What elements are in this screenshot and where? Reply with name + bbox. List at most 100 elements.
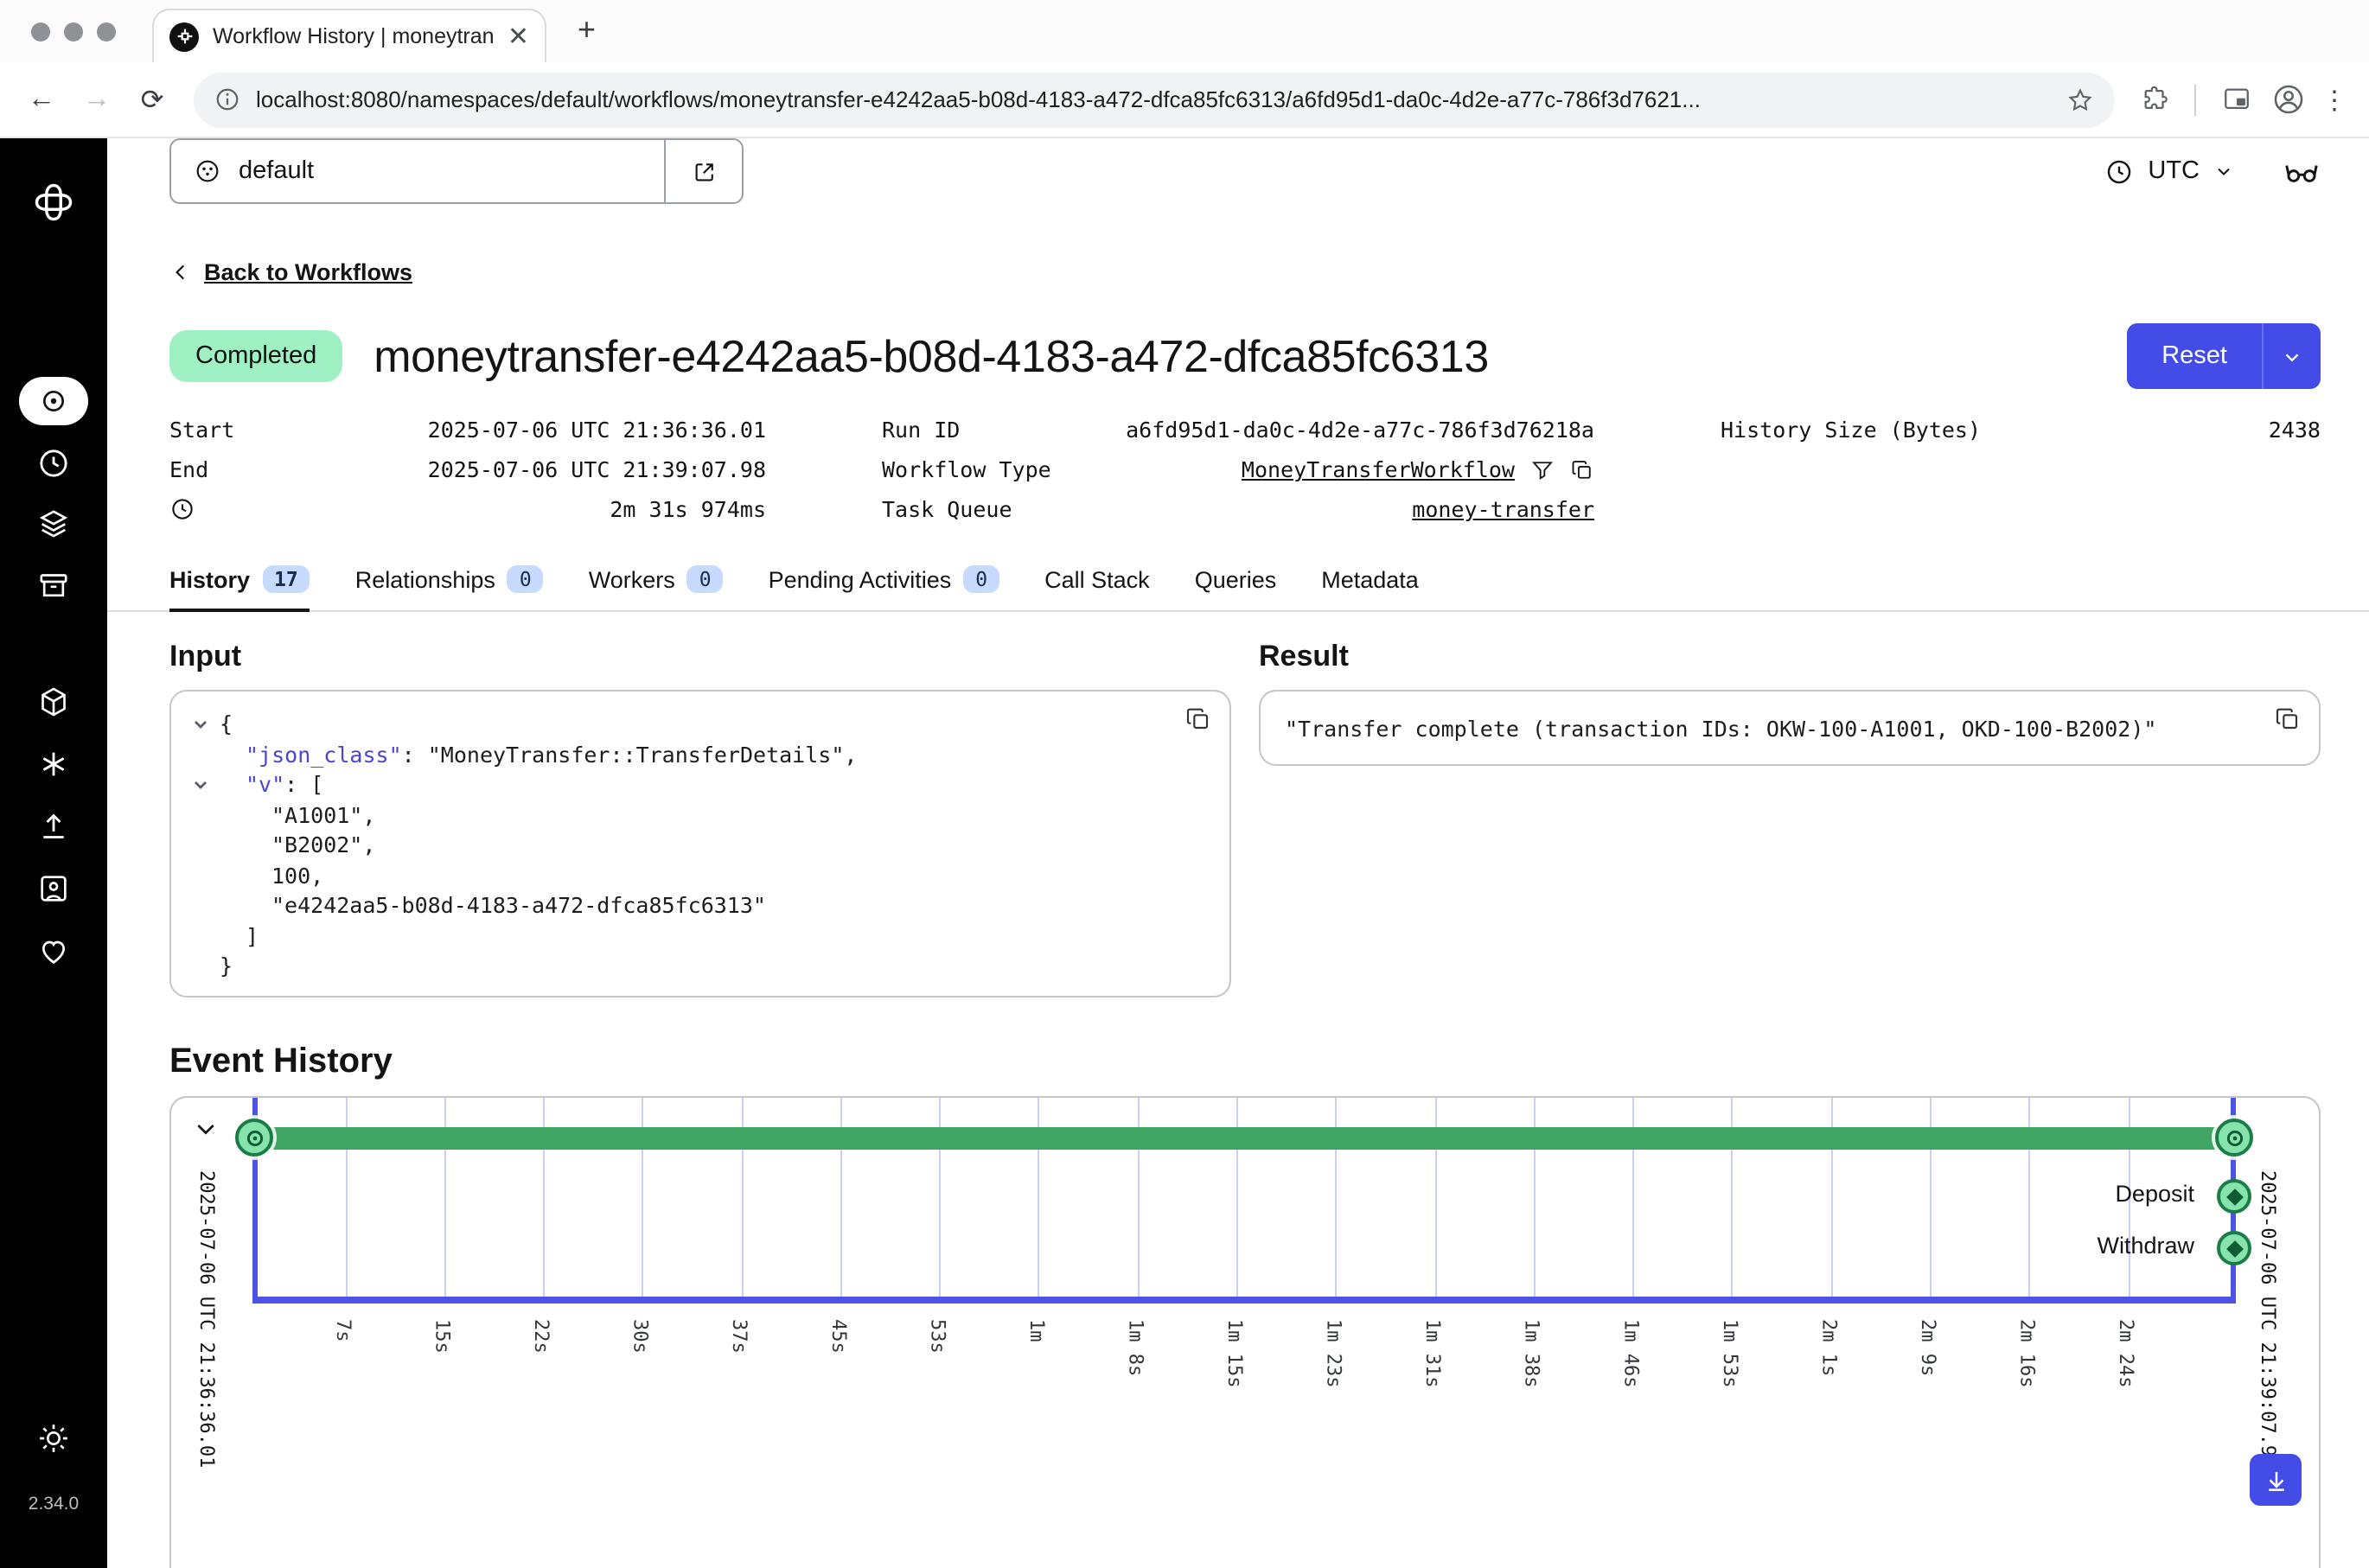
workflow-details: Start 2025-07-06 UTC 21:36:36.01 End 202… bbox=[169, 410, 2321, 529]
theme-toggle-sun-icon[interactable] bbox=[0, 1421, 107, 1456]
tab-count-badge: 17 bbox=[262, 565, 310, 593]
window-zoom-button[interactable] bbox=[97, 22, 116, 41]
timeline-tick-label: 2m 16s bbox=[2016, 1319, 2039, 1388]
timeline-tick-label: 1m 53s bbox=[1719, 1319, 1741, 1388]
timeline-tick-label: 1m 38s bbox=[1521, 1319, 1543, 1388]
temporal-favicon-icon bbox=[169, 22, 199, 51]
scroll-to-bottom-button[interactable] bbox=[2250, 1454, 2302, 1506]
timeline-tick-label: 2m 9s bbox=[1917, 1319, 1939, 1376]
activity-marker-deposit[interactable] bbox=[2217, 1179, 2251, 1214]
nav-favorites-heart-icon[interactable] bbox=[0, 934, 107, 968]
forward-button[interactable]: → bbox=[73, 84, 121, 115]
workflow-type-link[interactable]: MoneyTransferWorkflow bbox=[1242, 456, 1515, 482]
timeline-end-time: 2025-07-06 UTC 21:39:07.98 bbox=[2257, 1170, 2279, 1468]
input-panel: {"json_class": "MoneyTransfer::TransferD… bbox=[169, 690, 1231, 998]
tab-workers[interactable]: Workers0 bbox=[589, 553, 724, 612]
result-heading: Result bbox=[1259, 640, 2321, 674]
input-copy-button[interactable] bbox=[1184, 705, 1212, 733]
reload-button[interactable]: ⟳ bbox=[128, 82, 176, 117]
nav-layers-icon[interactable] bbox=[0, 507, 107, 541]
workflows-icon bbox=[19, 377, 88, 425]
namespace-open-button[interactable] bbox=[664, 138, 744, 204]
browser-panel-icon[interactable] bbox=[2213, 77, 2258, 122]
reset-button[interactable]: Reset bbox=[2127, 323, 2262, 389]
window-close-button[interactable] bbox=[31, 22, 50, 41]
timeline-collapse-chevron-icon[interactable] bbox=[192, 1115, 220, 1143]
window-minimize-button[interactable] bbox=[64, 22, 83, 41]
address-bar[interactable]: localhost:8080/namespaces/default/workfl… bbox=[194, 72, 2115, 127]
browser-tab[interactable]: Workflow History | moneytran ✕ bbox=[152, 9, 546, 62]
nav-import-icon[interactable] bbox=[0, 809, 107, 844]
timeline-tick-label: 1m 46s bbox=[1619, 1319, 1642, 1388]
tab-call-stack[interactable]: Call Stack bbox=[1044, 553, 1150, 612]
start-label: Start bbox=[169, 417, 234, 443]
tab-label: Metadata bbox=[1321, 566, 1419, 592]
tab-queries[interactable]: Queries bbox=[1195, 553, 1277, 612]
site-info-icon[interactable] bbox=[214, 86, 240, 112]
tab-label: Call Stack bbox=[1044, 566, 1150, 592]
timeline-tick-label: 37s bbox=[728, 1319, 750, 1354]
tab-pending-activities[interactable]: Pending Activities0 bbox=[769, 553, 1000, 612]
timeline-tick-label: 1m 23s bbox=[1323, 1319, 1345, 1388]
extensions-icon[interactable] bbox=[2132, 77, 2177, 122]
reset-menu-button[interactable] bbox=[2262, 323, 2321, 389]
new-tab-button[interactable]: + bbox=[578, 12, 596, 48]
tab-metadata[interactable]: Metadata bbox=[1321, 553, 1419, 612]
nav-cube-icon[interactable] bbox=[0, 685, 107, 719]
tab-title: Workflow History | moneytran bbox=[213, 24, 494, 48]
main-area: default UTC bbox=[107, 138, 2369, 1568]
workflow-page: Back to Workflows Completed moneytransfe… bbox=[107, 204, 2369, 1568]
bookmark-star-icon[interactable] bbox=[2066, 86, 2094, 113]
json-line: ] bbox=[192, 921, 1209, 951]
json-collapse-caret-icon[interactable] bbox=[192, 709, 220, 733]
json-collapse-caret-icon[interactable] bbox=[192, 769, 220, 794]
browser-tab-strip: Workflow History | moneytran ✕ + bbox=[0, 0, 2369, 62]
activity-lane-label-withdraw: Withdraw bbox=[2097, 1233, 2194, 1259]
data-encoder-glasses-icon[interactable] bbox=[2283, 152, 2321, 190]
back-to-workflows-link[interactable]: Back to Workflows bbox=[204, 259, 412, 285]
nav-asterisk-icon[interactable] bbox=[0, 747, 107, 781]
nav-archive-icon[interactable] bbox=[0, 569, 107, 603]
nav-feedback-icon[interactable] bbox=[0, 871, 107, 906]
result-copy-button[interactable] bbox=[2274, 705, 2302, 733]
json-line: { bbox=[192, 709, 1209, 739]
namespace-selector[interactable]: default bbox=[169, 138, 664, 204]
nav-schedules-icon[interactable] bbox=[0, 446, 107, 481]
workflow-execution-bar[interactable] bbox=[254, 1127, 2234, 1150]
json-line: 100, bbox=[192, 860, 1209, 890]
timeline-tick-label: 7s bbox=[332, 1319, 354, 1342]
timeline-tick-label: 1m 31s bbox=[1421, 1319, 1444, 1388]
json-line: "e4242aa5-b08d-4183-a472-dfca85fc6313" bbox=[192, 890, 1209, 921]
copy-icon[interactable] bbox=[1570, 457, 1594, 481]
activity-diamond-icon bbox=[2225, 1240, 2243, 1257]
timeline-tick-label: 1m bbox=[1025, 1319, 1048, 1342]
json-caret-spacer bbox=[192, 890, 220, 897]
browser-toolbar: ← → ⟳ localhost:8080/namespaces/default/… bbox=[0, 62, 2369, 138]
workflow-tabs: History17 Relationships0 Workers0 Pending A… bbox=[107, 553, 2369, 612]
timeline-tick-label: 1m 15s bbox=[1223, 1319, 1246, 1388]
timeline-tick-label: 22s bbox=[530, 1319, 552, 1354]
filter-funnel-icon[interactable] bbox=[1530, 457, 1555, 481]
namespace-name: default bbox=[239, 157, 314, 185]
back-button[interactable]: ← bbox=[17, 84, 66, 115]
timeline-tick-label: 1m 8s bbox=[1124, 1319, 1146, 1376]
url-text: localhost:8080/namespaces/default/workfl… bbox=[256, 86, 2051, 112]
reset-split-button: Reset bbox=[2127, 323, 2321, 389]
tab-close-icon[interactable]: ✕ bbox=[508, 23, 529, 49]
activity-lane-label-deposit: Deposit bbox=[2115, 1181, 2194, 1207]
tab-relationships[interactable]: Relationships0 bbox=[355, 553, 544, 612]
nav-workflows-selected[interactable] bbox=[0, 377, 107, 425]
input-heading: Input bbox=[169, 640, 1231, 674]
timeline-tick-label: 30s bbox=[629, 1319, 652, 1354]
workflow-start-marker[interactable] bbox=[235, 1119, 273, 1157]
task-queue-link[interactable]: money-transfer bbox=[1412, 496, 1594, 522]
timezone-selector[interactable]: UTC bbox=[2104, 156, 2234, 186]
window-controls bbox=[31, 22, 116, 41]
activity-marker-withdraw[interactable] bbox=[2217, 1231, 2251, 1265]
browser-menu-icon[interactable]: ⋮ bbox=[2317, 84, 2352, 115]
profile-avatar-icon[interactable] bbox=[2265, 77, 2310, 122]
tab-history[interactable]: History17 bbox=[169, 553, 310, 612]
workflow-end-marker[interactable] bbox=[2215, 1119, 2253, 1157]
timezone-value: UTC bbox=[2148, 157, 2200, 185]
temporal-logo-icon[interactable] bbox=[0, 180, 107, 225]
